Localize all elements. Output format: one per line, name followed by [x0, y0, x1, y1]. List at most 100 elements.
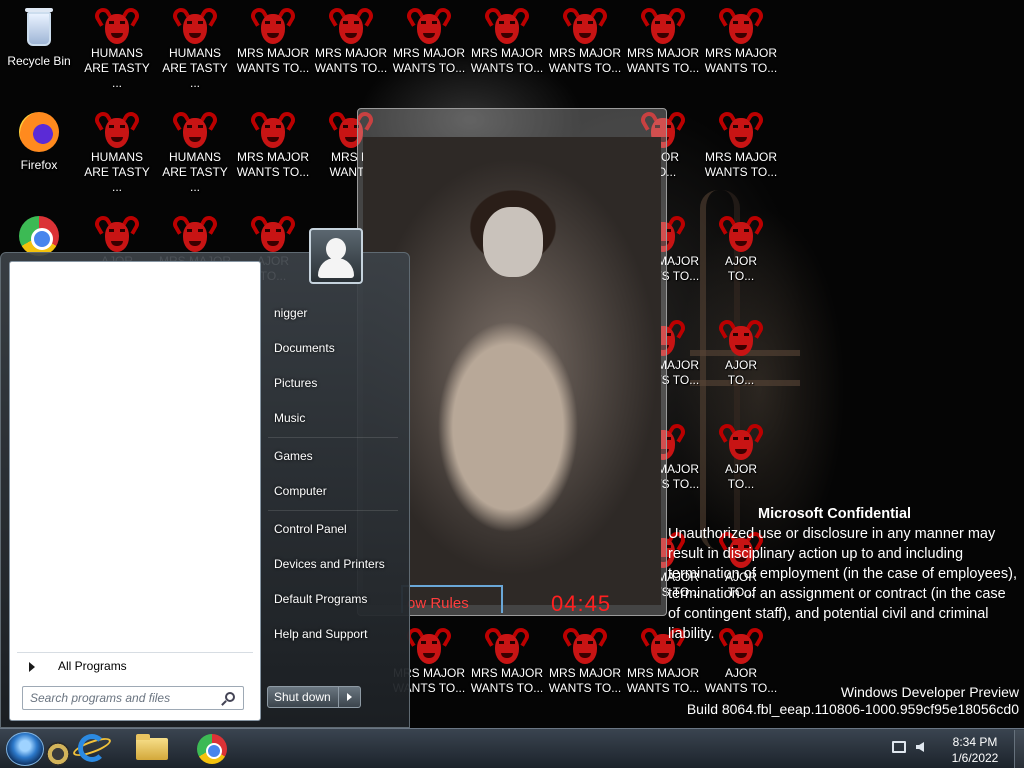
devil-icon — [716, 317, 766, 358]
confidential-watermark: Microsoft Confidential Unauthorized use … — [668, 504, 1018, 644]
devil-icon — [92, 213, 142, 254]
desktop-icon-label: MRS MAJOR WANTS TO... — [470, 46, 544, 75]
desktop-icon-devil[interactable]: MRS MAJOR WANTS TO... — [234, 5, 312, 76]
desktop-icon-label: Recycle Bin — [7, 54, 71, 68]
devil-icon — [92, 5, 142, 46]
start-item-computer[interactable]: Computer — [274, 484, 327, 498]
desktop-icon-label: AJOR TO... — [724, 254, 757, 283]
network-icon[interactable] — [892, 741, 906, 753]
desktop-icon-label: MRS MAJOR WANTS TO... — [626, 46, 700, 75]
devil-icon — [248, 109, 298, 150]
desktop-icon-devil[interactable]: MRS MAJOR WANTS TO... — [234, 109, 312, 180]
start-menu-separator — [268, 510, 398, 511]
desktop-icon-devil[interactable]: AJOR TO... — [702, 317, 780, 388]
desktop-icon-label: MRS MAJOR WANTS TO... — [704, 46, 778, 75]
devil-icon — [716, 5, 766, 46]
desktop-icon-label: HUMANS ARE TASTY ... — [162, 46, 228, 90]
devil-icon — [716, 109, 766, 150]
search-icon[interactable] — [225, 692, 235, 702]
desktop-icon-devil[interactable]: MRS MAJOR WANTS TO... — [624, 5, 702, 76]
start-menu[interactable]: All Programs Search programs and files — [0, 252, 410, 728]
start-menu-programs-pane[interactable]: All Programs Search programs and files — [9, 261, 261, 721]
desktop-icon-label: MRS MAJOR WANTS TO... — [314, 46, 388, 75]
devil-icon — [170, 109, 220, 150]
start-item-pictures[interactable]: Pictures — [274, 376, 317, 390]
desktop-icon-label: AJOR TO... — [724, 358, 757, 387]
desktop-icon-devil[interactable]: HUMANS ARE TASTY ... — [156, 109, 234, 195]
desktop-icon-devil[interactable]: MRS MAJOR WANTS TO... — [702, 5, 780, 76]
build-watermark: Windows Developer Preview Build 8064.fbl… — [687, 684, 1019, 718]
devil-icon — [560, 625, 610, 666]
start-item-control-panel[interactable]: Control Panel — [274, 522, 347, 536]
start-item-user[interactable]: nigger — [274, 306, 307, 320]
taskbar-clock[interactable]: 8:34 PM 1/6/2022 — [940, 734, 1010, 766]
watermark-title: Microsoft Confidential — [758, 506, 912, 522]
desktop-icon-label: MRS MAJOR WANTS TO... — [236, 46, 310, 75]
all-programs-label: All Programs — [58, 659, 127, 673]
desktop-icon-devil[interactable]: MRS MAJOR WANTS TO... — [546, 625, 624, 696]
build-number: Build 8064.fbl_eeap.110806-1000.959cf95e… — [686, 701, 1019, 717]
desktop-icon-devil[interactable]: HUMANS ARE TASTY ... — [156, 5, 234, 91]
devil-icon — [560, 5, 610, 46]
desktop-icon-devil[interactable]: HUMANS ARE TASTY ... — [78, 5, 156, 91]
desktop-icon-recycle-bin[interactable]: Recycle Bin — [0, 6, 78, 69]
devil-icon — [170, 5, 220, 46]
desktop-icon-label: HUMANS ARE TASTY ... — [84, 150, 150, 194]
desktop-icon-devil[interactable]: MRS MAJOR WANTS TO... — [312, 5, 390, 76]
clock-time: 8:34 PM — [952, 735, 998, 749]
start-item-help-support[interactable]: Help and Support — [274, 627, 367, 641]
start-item-games[interactable]: Games — [274, 449, 313, 463]
start-item-devices-printers[interactable]: Devices and Printers — [274, 557, 385, 571]
clock-date: 1/6/2022 — [951, 751, 999, 765]
user-avatar[interactable] — [309, 228, 363, 284]
devil-icon — [170, 213, 220, 254]
start-orb-icon[interactable] — [6, 732, 44, 766]
desktop-icon-devil[interactable]: MRS MAJOR WANTS TO... — [468, 5, 546, 76]
devil-icon — [326, 5, 376, 46]
firefox-icon — [15, 110, 63, 154]
devil-icon — [92, 109, 142, 150]
devil-icon — [404, 625, 454, 666]
show-desktop-button[interactable] — [1014, 730, 1024, 768]
desktop-icon-devil[interactable]: MRS MAJOR WANTS TO... — [702, 109, 780, 180]
desktop-icon-devil[interactable]: MRS MAJOR WANTS TO... — [390, 5, 468, 76]
watermark-body: Unauthorized use or disclosure in any ma… — [668, 526, 1017, 642]
file-explorer-icon[interactable] — [132, 732, 172, 764]
desktop-icon-label: HUMANS ARE TASTY ... — [162, 150, 228, 194]
build-edition: Windows Developer Preview — [840, 684, 1019, 700]
countdown-timer: 04:45 — [551, 591, 612, 616]
desktop-icon-firefox[interactable]: Firefox — [0, 110, 78, 173]
desktop-icon-label: MRS MAJOR WANTS TO... — [548, 46, 622, 75]
start-item-default-programs[interactable]: Default Programs — [274, 592, 367, 606]
devil-icon — [482, 625, 532, 666]
gauge-icon[interactable] — [46, 742, 70, 766]
devil-icon — [404, 5, 454, 46]
arrow-right-icon — [29, 662, 35, 672]
desktop-icon-devil[interactable]: HUMANS ARE TASTY ... — [78, 109, 156, 195]
desktop-icon-label: MRS MAJOR WANTS TO... — [704, 150, 778, 179]
shutdown-button[interactable]: Shut down — [267, 686, 339, 708]
devil-icon — [638, 5, 688, 46]
desktop-icon-label: MRS MAJOR WANTS TO... — [392, 46, 466, 75]
devil-icon — [716, 213, 766, 254]
start-menu-separator — [268, 437, 398, 438]
all-programs-button[interactable]: All Programs — [17, 652, 253, 676]
devil-icon — [248, 213, 298, 254]
start-search-input[interactable]: Search programs and files — [22, 686, 244, 710]
devil-icon — [716, 421, 766, 462]
start-item-music[interactable]: Music — [274, 411, 305, 425]
chrome-icon[interactable] — [192, 732, 232, 764]
desktop-icon-label: HUMANS ARE TASTY ... — [84, 46, 150, 90]
shutdown-options-button[interactable] — [339, 686, 361, 708]
desktop-icon-devil[interactable]: AJOR TO... — [702, 213, 780, 284]
internet-explorer-icon[interactable] — [71, 732, 113, 764]
desktop-icon-devil[interactable]: AJOR TO... — [702, 421, 780, 492]
show-rules-button[interactable]: ow Rules — [401, 585, 503, 613]
desktop-icon-label: Firefox — [20, 158, 58, 172]
desktop-icon-devil[interactable]: MRS MAJOR WANTS TO... — [468, 625, 546, 696]
start-item-documents[interactable]: Documents — [274, 341, 335, 355]
desktop-icon-label: MRS MAJOR WANTS TO... — [548, 666, 622, 695]
devil-icon — [482, 5, 532, 46]
desktop-icon-devil[interactable]: MRS MAJOR WANTS TO... — [546, 5, 624, 76]
search-placeholder: Search programs and files — [30, 691, 171, 705]
